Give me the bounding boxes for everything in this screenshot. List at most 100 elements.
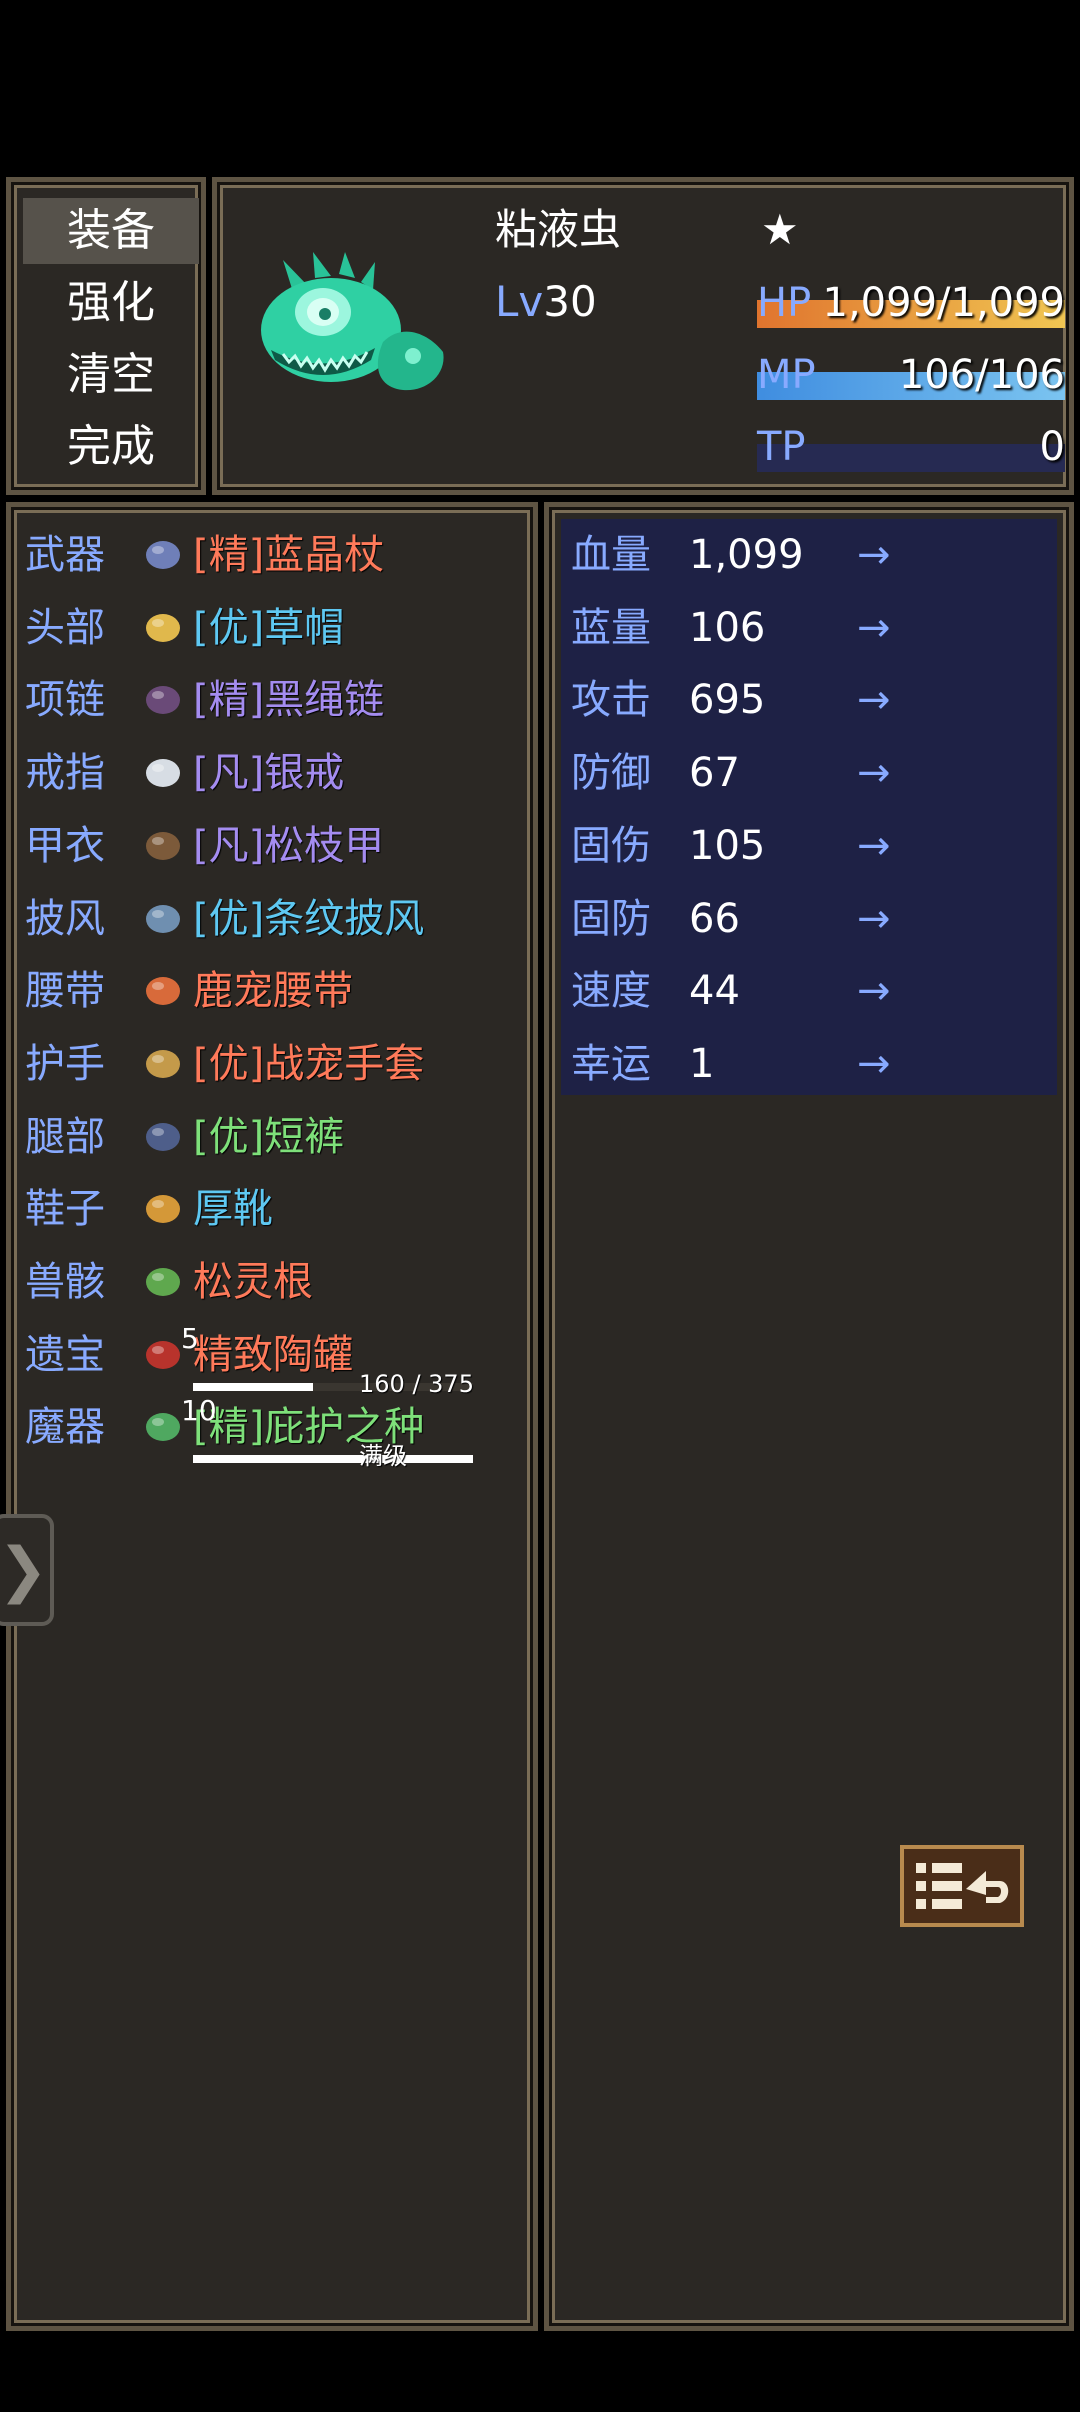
menu-item-clear[interactable]: 清空 — [23, 342, 199, 408]
root-icon — [141, 1258, 185, 1302]
equip-row[interactable]: 腰带 鹿宠腰带 — [25, 955, 525, 1027]
menu-item-enhance[interactable]: 强化 — [23, 270, 199, 336]
star-icon: ★ — [761, 205, 799, 254]
equip-item-name: 鹿宠腰带 — [193, 968, 353, 1015]
equip-row[interactable]: 戒指 [凡]银戒 — [25, 737, 525, 809]
arrow-right-icon: → — [857, 1040, 891, 1087]
tp-label: TP — [757, 424, 806, 470]
equip-row[interactable]: 护手 [优]战宠手套 — [25, 1028, 525, 1100]
command-menu: 装备 强化 清空 完成 — [6, 177, 206, 495]
arrow-right-icon: → — [857, 604, 891, 651]
tp-value: 0 — [1039, 424, 1065, 470]
sort-list-icon — [916, 1863, 1009, 1909]
equip-row[interactable]: 披风 [优]条纹披风 — [25, 883, 525, 955]
equip-row[interactable]: 项链 [精]黑绳链 — [25, 664, 525, 736]
equip-row[interactable]: 魔器 [精]庇护之种 10 满级 — [25, 1391, 525, 1470]
stat-label: 蓝量 — [571, 604, 651, 651]
equip-row[interactable]: 武器 [精]蓝晶杖 — [25, 519, 525, 591]
mp-bar: MP 106/106 — [757, 346, 1065, 404]
sort-button[interactable] — [900, 1845, 1024, 1927]
level-value: 30 — [543, 277, 597, 326]
stat-label: 固伤 — [571, 822, 651, 869]
equip-slot-label: 武器 — [25, 532, 105, 578]
equip-slot-label: 遗宝 — [25, 1331, 105, 1378]
stat-row: 攻击 695 → — [571, 664, 1051, 736]
arrow-right-icon: → — [857, 750, 891, 797]
equip-slot-label: 护手 — [25, 1040, 105, 1087]
equip-row[interactable]: 甲衣 [凡]松枝甲 — [25, 810, 525, 882]
arrow-right-icon: → — [857, 822, 891, 869]
equip-item-name: [优]短裤 — [193, 1113, 345, 1160]
equip-slot-label: 兽骸 — [25, 1259, 105, 1305]
stat-value: 106 — [689, 604, 766, 651]
equip-row[interactable]: 鞋子 厚靴 — [25, 1173, 525, 1245]
equip-row[interactable]: 遗宝 精致陶罐 5 160 / 375 — [25, 1319, 525, 1398]
equip-slot-label: 鞋子 — [25, 1186, 105, 1233]
equip-item-name: [凡]银戒 — [193, 750, 345, 797]
equip-item-count: 10 — [181, 1394, 217, 1428]
menu-item-done[interactable]: 完成 — [23, 414, 199, 480]
stat-row: 蓝量 106 → — [571, 592, 1051, 664]
slime-portrait — [261, 252, 444, 391]
seed-icon — [141, 1403, 185, 1447]
arrow-right-icon: → — [857, 968, 891, 1015]
pot-icon — [141, 1331, 185, 1375]
stat-value: 105 — [689, 822, 766, 869]
equip-item-name: [精]黑绳链 — [193, 677, 385, 724]
equip-slot-label: 甲衣 — [25, 822, 105, 869]
equip-progress-bar — [193, 1455, 473, 1464]
equip-row[interactable]: 腿部 [优]短裤 — [25, 1101, 525, 1173]
stat-value: 695 — [689, 677, 766, 724]
equip-item-name: 厚靴 — [193, 1186, 273, 1233]
equip-item-name: [优]草帽 — [193, 604, 345, 651]
level-prefix: Lv — [495, 277, 544, 326]
necklace-icon — [141, 676, 185, 720]
stat-label: 速度 — [571, 968, 651, 1015]
stat-row: 防御 67 → — [571, 737, 1051, 809]
stat-value: 44 — [689, 968, 740, 1015]
tp-bar: TP 0 — [757, 418, 1065, 476]
equip-progress-text: 满级 — [359, 1442, 407, 1471]
stat-value: 66 — [689, 895, 740, 942]
equip-slot-label: 披风 — [25, 895, 105, 942]
equip-item-name: [精]蓝晶杖 — [193, 532, 385, 578]
stat-row: 固防 66 → — [571, 883, 1051, 955]
stats-panel: 血量 1,099 → 蓝量 106 → 攻击 695 → 防御 67 → 固伤 105 → 固防 66 → 速度 44… — [544, 502, 1074, 2331]
stat-row: 幸运 1 → — [571, 1028, 1051, 1100]
equip-item-name: 精致陶罐 — [193, 1331, 353, 1378]
stat-value: 67 — [689, 750, 740, 797]
character-name: 粘液虫 — [495, 205, 622, 254]
character-level: Lv30 — [495, 272, 597, 332]
chevron-right-icon: ❯ — [0, 1535, 49, 1605]
stat-value: 1,099 — [689, 532, 804, 578]
staff-icon — [141, 531, 185, 575]
ring-icon — [141, 749, 185, 793]
equip-row[interactable]: 头部 [优]草帽 — [25, 592, 525, 664]
gloves-icon — [141, 1040, 185, 1084]
boots-icon — [141, 1185, 185, 1229]
equip-progress-fill — [193, 1382, 313, 1391]
pants-icon — [141, 1113, 185, 1157]
stat-label: 血量 — [571, 532, 651, 578]
equip-progress-fill — [193, 1455, 473, 1464]
menu-item-equip[interactable]: 装备 — [23, 198, 199, 264]
stat-label: 防御 — [571, 750, 651, 797]
equip-slot-label: 头部 — [25, 604, 105, 651]
hp-value: 1,099/1,099 — [822, 280, 1066, 326]
cape-icon — [141, 895, 185, 939]
equip-row[interactable]: 兽骸 松灵根 — [25, 1246, 525, 1318]
armor-icon — [141, 822, 185, 866]
arrow-right-icon: → — [857, 532, 891, 578]
mp-label: MP — [757, 352, 816, 398]
stat-row: 速度 44 → — [571, 955, 1051, 1027]
stats-table: 血量 1,099 → 蓝量 106 → 攻击 695 → 防御 67 → 固伤 105 → 固防 66 → 速度 44… — [561, 519, 1057, 1095]
equip-item-name: [凡]松枝甲 — [193, 822, 385, 869]
equip-item-count: 5 — [181, 1321, 199, 1355]
equip-slot-label: 戒指 — [25, 750, 105, 797]
equip-item-name: 松灵根 — [193, 1259, 313, 1305]
equip-slot-label: 项链 — [25, 677, 105, 724]
stat-row: 固伤 105 → — [571, 810, 1051, 882]
side-expand-button[interactable]: ❯ — [0, 1514, 54, 1626]
equip-slot-label: 魔器 — [25, 1404, 105, 1451]
hp-bar: HP 1,099/1,099 — [757, 274, 1065, 332]
